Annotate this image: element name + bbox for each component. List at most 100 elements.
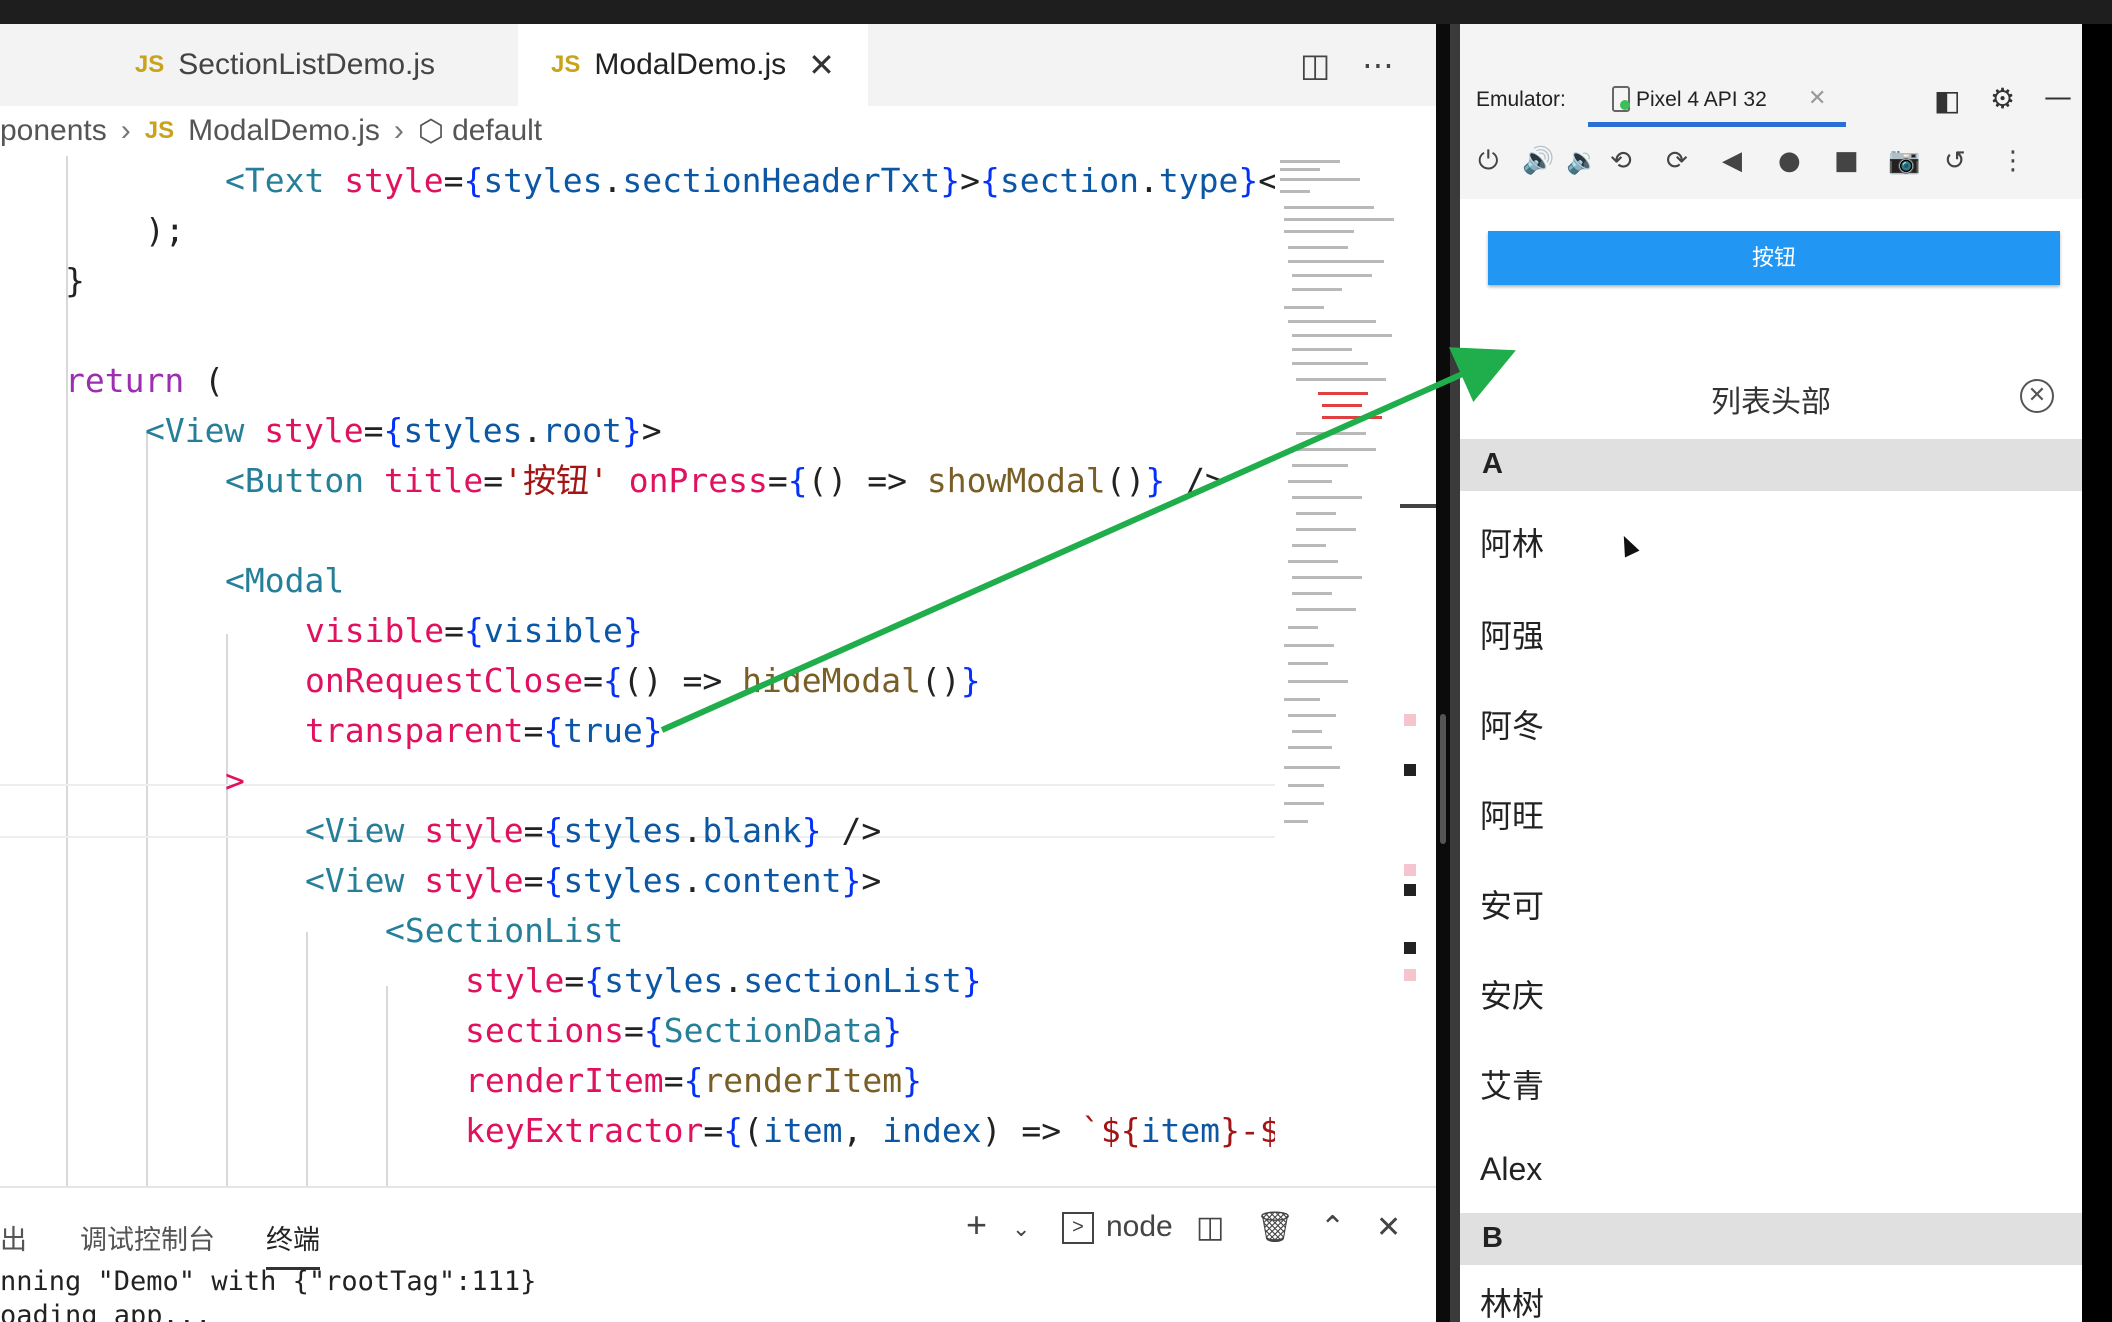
code-line: <Text style={styles.sectionHeaderTxt}>{s… <box>225 161 1275 200</box>
code-line: ); <box>145 211 185 250</box>
tab-output[interactable]: 出 <box>0 1218 27 1257</box>
back-icon[interactable]: ◀ <box>1722 146 1742 176</box>
section-header: B <box>1460 1213 2082 1265</box>
emulator-panel: Emulator: Pixel 4 API 32 ✕ ◧ ⚙ — ⏻ 🔊 🔉 ⟲… <box>1450 24 2082 1322</box>
status-dot <box>1620 100 1630 110</box>
chevron-up-icon[interactable]: ⌃ <box>1320 1210 1345 1245</box>
volume-down-icon[interactable]: 🔉 <box>1566 146 1598 176</box>
app-button[interactable]: 按钮 <box>1488 231 2060 285</box>
overview-icon[interactable]: ■ <box>1834 146 1859 176</box>
close-icon[interactable]: ✕ <box>808 46 835 84</box>
add-terminal-icon[interactable]: + <box>966 1204 987 1246</box>
js-file-icon: JS <box>551 51 581 78</box>
close-icon[interactable]: ✕ <box>1808 86 1826 111</box>
code-line: style={styles.sectionList} <box>465 961 982 1000</box>
emulator-label: Emulator: <box>1476 88 1566 111</box>
terminal-shell-name[interactable]: node <box>1106 1210 1173 1244</box>
camera-icon[interactable]: 📷 <box>1888 146 1920 176</box>
breadcrumb-item[interactable]: ModalDemo.js <box>188 114 380 148</box>
emulator-toolbar: Emulator: Pixel 4 API 32 ✕ ◧ ⚙ — ⏻ 🔊 🔉 ⟲… <box>1460 24 2082 199</box>
section-title: A <box>1482 448 1503 480</box>
list-item-label: 阿冬 <box>1480 708 1545 744</box>
tab-sectionlistdemo[interactable]: JS SectionListDemo.js <box>60 24 510 106</box>
tab-debug-console[interactable]: 调试控制台 <box>80 1218 215 1257</box>
overview-ruler-marker <box>1404 884 1416 896</box>
snapshot-icon[interactable]: ↺ <box>1944 146 1966 176</box>
split-editor-icon[interactable]: ◫ <box>1300 46 1330 84</box>
split-terminal-icon[interactable]: ◫ <box>1196 1210 1224 1245</box>
list-item[interactable]: 阿林 <box>1460 491 2082 585</box>
list-item-label: 阿旺 <box>1480 798 1545 834</box>
screen-top-bar <box>0 0 2112 24</box>
trash-icon[interactable]: 🗑 <box>1256 1210 1294 1245</box>
window-layout-icon[interactable]: ◧ <box>1934 84 1960 117</box>
window-divider <box>1436 24 1450 1322</box>
code-line: <View style={styles.blank} /> <box>305 811 882 850</box>
code-line: renderItem={renderItem} <box>465 1061 922 1100</box>
minimize-icon[interactable]: — <box>2044 80 2072 113</box>
code-line: <View style={styles.content}> <box>305 861 882 900</box>
terminal-icon[interactable]: > <box>1062 1212 1094 1244</box>
list-header-title: 列表头部 <box>1711 386 1831 419</box>
list-item[interactable]: 艾青 <box>1460 1033 2082 1125</box>
list-item[interactable]: 林树 <box>1460 1265 2082 1322</box>
list-item-label: Alex <box>1480 1151 1543 1187</box>
list-item[interactable]: 阿冬 <box>1460 673 2082 765</box>
power-icon[interactable]: ⏻ <box>1478 146 1499 177</box>
terminal-line: nning "Demo" with {"rootTag":111} <box>0 1266 537 1297</box>
bottom-panel: 出 调试控制台 终端 + ⌄ > node ◫ 🗑 ⌃ ✕ nning "Dem… <box>0 1186 1436 1322</box>
more-actions-icon[interactable]: ⋯ <box>1362 46 1394 84</box>
list-item-label: 艾青 <box>1480 1068 1545 1104</box>
list-item[interactable]: 阿强 <box>1460 583 2082 675</box>
tab-modaldemo[interactable]: JS ModalDemo.js ✕ <box>518 24 868 106</box>
minimap[interactable] <box>1278 156 1400 1186</box>
overview-ruler-marker <box>1404 864 1416 876</box>
indent-guide <box>306 932 308 1186</box>
overview-ruler-marker <box>1404 942 1416 954</box>
scrollbar[interactable] <box>1440 714 1446 844</box>
section-title: B <box>1482 1222 1503 1254</box>
code-line: return ( <box>65 361 224 400</box>
list-item[interactable]: 安可 <box>1460 853 2082 945</box>
indent-guide <box>226 634 228 1186</box>
close-panel-icon[interactable]: ✕ <box>1376 1210 1401 1245</box>
breadcrumb-item[interactable]: default <box>452 114 542 148</box>
cube-icon: ⬡ <box>417 114 445 148</box>
screenshot-area: JS SectionListDemo.js JS ModalDemo.js ✕ … <box>0 24 2082 1322</box>
code-editor: JS SectionListDemo.js JS ModalDemo.js ✕ … <box>0 24 1436 1322</box>
rotate-left-icon[interactable]: ⟲ <box>1610 146 1632 176</box>
code-line: keyExtractor={(item, index) => `${item}-… <box>465 1111 1275 1150</box>
close-circle-icon[interactable]: ✕ <box>2020 379 2054 413</box>
section-header: A <box>1460 439 2082 491</box>
home-icon[interactable]: ● <box>1778 146 1801 176</box>
list-item-label: 安可 <box>1480 888 1545 924</box>
device-screen: 按钮 列表头部 ✕ A 阿林 阿强 阿冬 阿旺 安可 安庆 艾青 Alex B … <box>1460 199 2082 1322</box>
tab-label: SectionListDemo.js <box>178 48 436 81</box>
list-item[interactable]: 阿旺 <box>1460 763 2082 855</box>
js-file-icon: JS <box>134 51 165 78</box>
breadcrumb-item[interactable]: ponents <box>0 114 107 148</box>
code-line: <Modal <box>225 561 345 600</box>
chevron-down-icon[interactable]: ⌄ <box>1012 1216 1030 1242</box>
code-area[interactable]: <Text style={styles.sectionHeaderTxt}>{s… <box>0 156 1275 1186</box>
gear-icon[interactable]: ⚙ <box>1990 82 2015 115</box>
device-tab[interactable]: Pixel 4 API 32 ✕ <box>1588 76 1846 127</box>
code-line: } <box>65 261 85 300</box>
tab-terminal[interactable]: 终端 <box>266 1218 320 1270</box>
chevron-right-icon: › <box>120 114 131 147</box>
more-icon[interactable]: ⋮ <box>2000 146 2026 176</box>
indent-guide <box>66 156 68 1186</box>
list-item-label: 阿强 <box>1480 618 1545 654</box>
volume-up-icon[interactable]: 🔊 <box>1522 146 1554 176</box>
overview-ruler-thumb[interactable] <box>1400 504 1436 508</box>
breadcrumb: ponents › JS ModalDemo.js › ⬡ default <box>0 106 1280 156</box>
list-item[interactable]: Alex <box>1460 1123 2082 1213</box>
code-line: visible={visible} <box>305 611 643 650</box>
list-item[interactable]: 安庆 <box>1460 943 2082 1035</box>
tab-label: ModalDemo.js <box>594 48 787 81</box>
rotate-right-icon[interactable]: ⟳ <box>1666 146 1688 176</box>
terminal-line: oading app... <box>0 1300 212 1322</box>
editor-tab-bar: JS SectionListDemo.js JS ModalDemo.js ✕ … <box>0 24 1436 106</box>
device-name: Pixel 4 API 32 <box>1636 88 1767 111</box>
code-line: <Button title='按钮' onPress={() => showMo… <box>225 461 1225 500</box>
